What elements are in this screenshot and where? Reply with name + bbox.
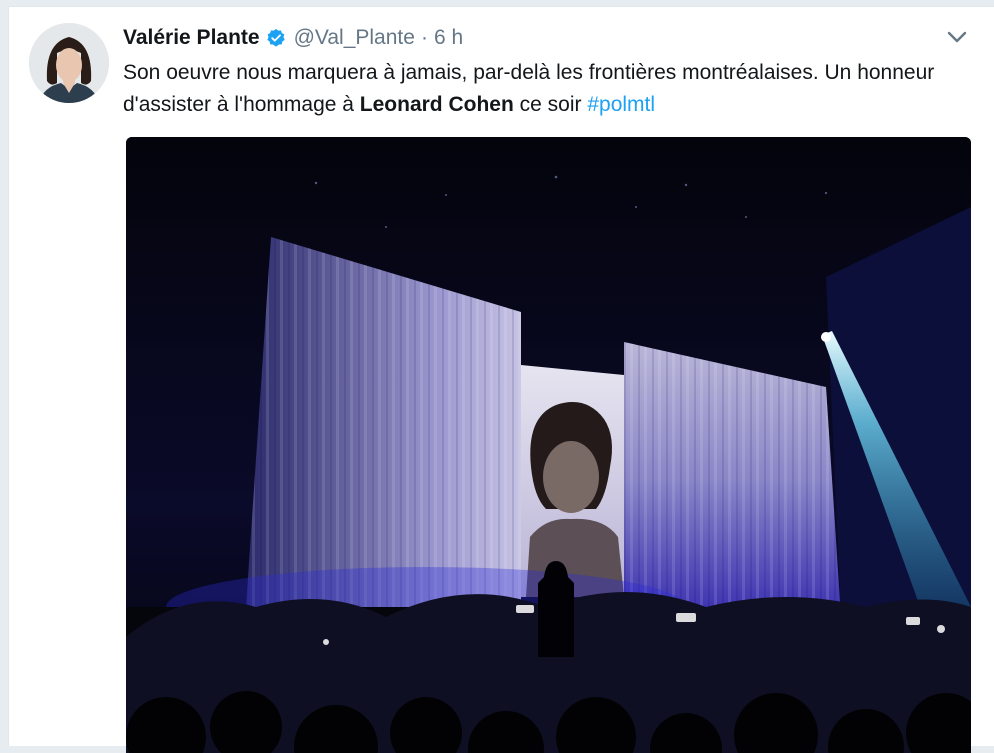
- tweet-text-bold: Leonard Cohen: [359, 93, 514, 116]
- concert-photo: [126, 137, 971, 753]
- tweet-header: Valérie Plante @Val_Plante · 6 h: [123, 23, 463, 53]
- tweet-text: Son oeuvre nous marquera à jamais, par-d…: [123, 57, 953, 121]
- author-name[interactable]: Valérie Plante: [123, 26, 260, 50]
- avatar-photo: [29, 23, 109, 103]
- hashtag-link[interactable]: #polmtl: [587, 93, 655, 116]
- tweet-text-part2: ce soir: [513, 93, 588, 116]
- author-handle[interactable]: @Val_Plante: [294, 26, 415, 50]
- tweet-card[interactable]: Valérie Plante @Val_Plante · 6 h Son oeu…: [8, 6, 994, 753]
- tweet-media-photo[interactable]: [126, 137, 971, 753]
- tweet-timestamp[interactable]: 6 h: [434, 26, 463, 50]
- chevron-down-icon[interactable]: [946, 29, 968, 45]
- separator-dot: ·: [420, 26, 428, 49]
- avatar[interactable]: [29, 23, 109, 103]
- verified-badge-icon: [266, 28, 285, 47]
